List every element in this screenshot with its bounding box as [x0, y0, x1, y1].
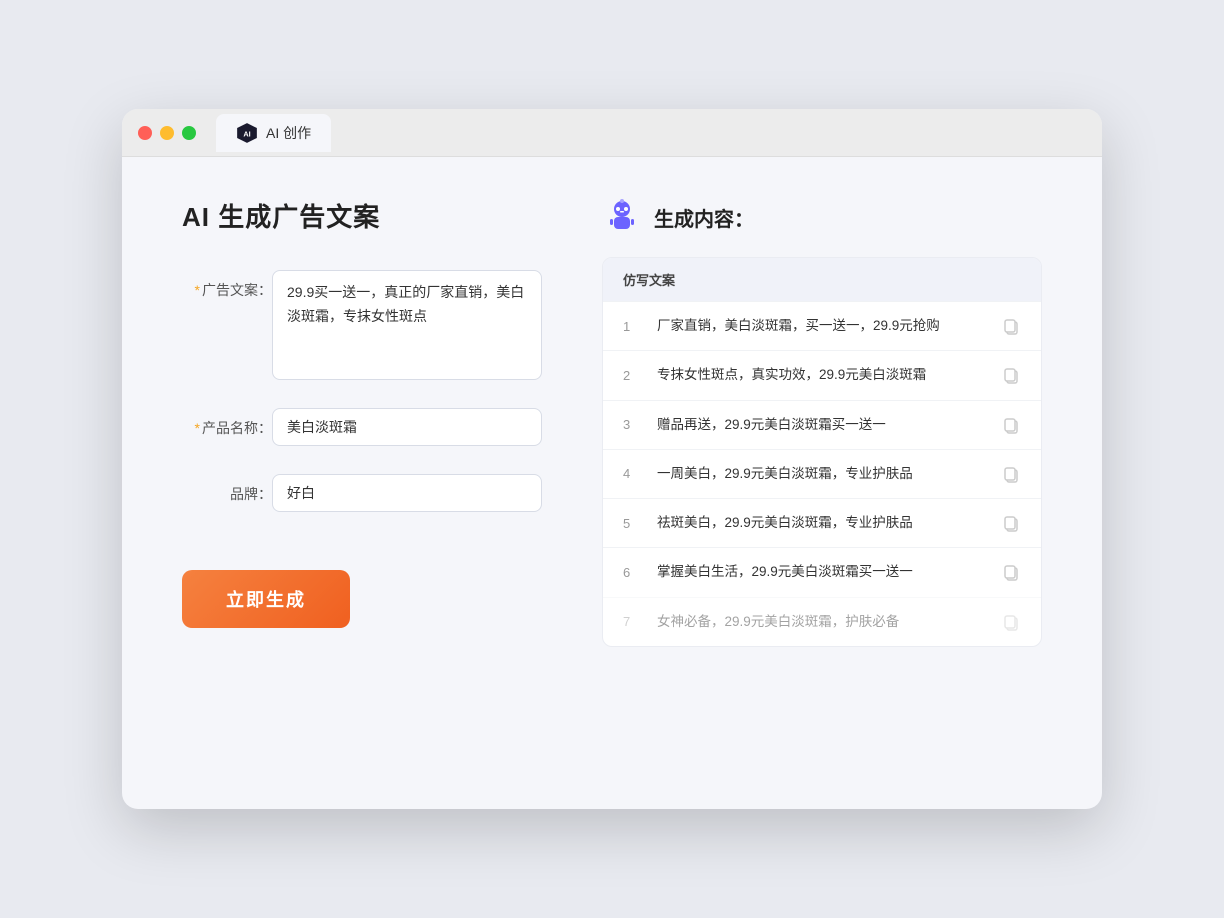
titlebar: AI AI 创作 [122, 109, 1102, 157]
result-table: 仿写文案 1 厂家直销，美白淡斑霜，买一送一，29.9元抢购 2 专抹女性斑点，… [602, 257, 1042, 647]
svg-text:AI: AI [243, 129, 250, 138]
row-text: 专抹女性斑点，真实功效，29.9元美白淡斑霜 [657, 365, 985, 385]
row-number: 6 [623, 565, 641, 580]
minimize-button[interactable] [160, 126, 174, 140]
row-number: 7 [623, 614, 641, 629]
tab-ai-creation[interactable]: AI AI 创作 [216, 114, 331, 152]
ad-copy-input[interactable]: 29.9买一送一，真正的厂家直销，美白淡斑霜，专抹女性斑点 [272, 270, 542, 380]
ad-copy-group: *广告文案： 29.9买一送一，真正的厂家直销，美白淡斑霜，专抹女性斑点 [182, 270, 542, 380]
left-panel: AI 生成广告文案 *广告文案： 29.9买一送一，真正的厂家直销，美白淡斑霜，… [182, 197, 542, 647]
brand-input[interactable] [272, 474, 542, 512]
product-name-required: * [195, 420, 200, 436]
row-number: 2 [623, 368, 641, 383]
copy-icon[interactable] [1001, 316, 1021, 336]
browser-window: AI AI 创作 AI 生成广告文案 *广告文案： 29.9买一送一，真正的厂家… [122, 109, 1102, 809]
product-name-group: *产品名称： [182, 408, 542, 446]
table-row: 4 一周美白，29.9元美白淡斑霜，专业护肤品 [603, 449, 1041, 498]
row-text: 祛斑美白，29.9元美白淡斑霜，专业护肤品 [657, 513, 985, 533]
table-row: 6 掌握美白生活，29.9元美白淡斑霜买一送一 [603, 547, 1041, 596]
table-row: 7 女神必备，29.9元美白淡斑霜，护肤必备 [603, 597, 1041, 646]
table-header: 仿写文案 [603, 258, 1041, 301]
table-row: 3 赠品再送，29.9元美白淡斑霜买一送一 [603, 400, 1041, 449]
ai-tab-icon: AI [236, 122, 258, 144]
right-panel: 生成内容： 仿写文案 1 厂家直销，美白淡斑霜，买一送一，29.9元抢购 2 专… [602, 197, 1042, 647]
page-title: AI 生成广告文案 [182, 197, 542, 234]
row-number: 4 [623, 466, 641, 481]
product-name-input[interactable] [272, 408, 542, 446]
table-column-label: 仿写文案 [623, 273, 675, 288]
copy-icon[interactable] [1001, 612, 1021, 632]
traffic-lights [138, 126, 196, 140]
ad-copy-required: * [195, 282, 200, 298]
close-button[interactable] [138, 126, 152, 140]
table-rows-container: 1 厂家直销，美白淡斑霜，买一送一，29.9元抢购 2 专抹女性斑点，真实功效，… [603, 301, 1041, 646]
maximize-button[interactable] [182, 126, 196, 140]
copy-icon[interactable] [1001, 415, 1021, 435]
row-text: 一周美白，29.9元美白淡斑霜，专业护肤品 [657, 464, 985, 484]
ad-copy-label: *广告文案： [182, 270, 272, 300]
result-header: 生成内容： [602, 197, 1042, 237]
copy-icon[interactable] [1001, 464, 1021, 484]
table-row: 2 专抹女性斑点，真实功效，29.9元美白淡斑霜 [603, 350, 1041, 399]
brand-label: 品牌： [182, 474, 272, 504]
product-name-label: *产品名称： [182, 408, 272, 438]
result-title: 生成内容： [654, 203, 754, 232]
row-text: 赠品再送，29.9元美白淡斑霜买一送一 [657, 415, 985, 435]
robot-icon [602, 197, 642, 237]
row-number: 1 [623, 319, 641, 334]
tab-label: AI 创作 [266, 123, 311, 143]
copy-icon[interactable] [1001, 365, 1021, 385]
row-number: 3 [623, 417, 641, 432]
row-text: 女神必备，29.9元美白淡斑霜，护肤必备 [657, 612, 985, 632]
table-row: 5 祛斑美白，29.9元美白淡斑霜，专业护肤品 [603, 498, 1041, 547]
table-row: 1 厂家直销，美白淡斑霜，买一送一，29.9元抢购 [603, 301, 1041, 350]
row-text: 厂家直销，美白淡斑霜，买一送一，29.9元抢购 [657, 316, 985, 336]
brand-group: 品牌： [182, 474, 542, 512]
generate-button[interactable]: 立即生成 [182, 570, 350, 628]
copy-icon[interactable] [1001, 513, 1021, 533]
browser-content: AI 生成广告文案 *广告文案： 29.9买一送一，真正的厂家直销，美白淡斑霜，… [122, 157, 1102, 687]
row-text: 掌握美白生活，29.9元美白淡斑霜买一送一 [657, 562, 985, 582]
copy-icon[interactable] [1001, 562, 1021, 582]
row-number: 5 [623, 516, 641, 531]
